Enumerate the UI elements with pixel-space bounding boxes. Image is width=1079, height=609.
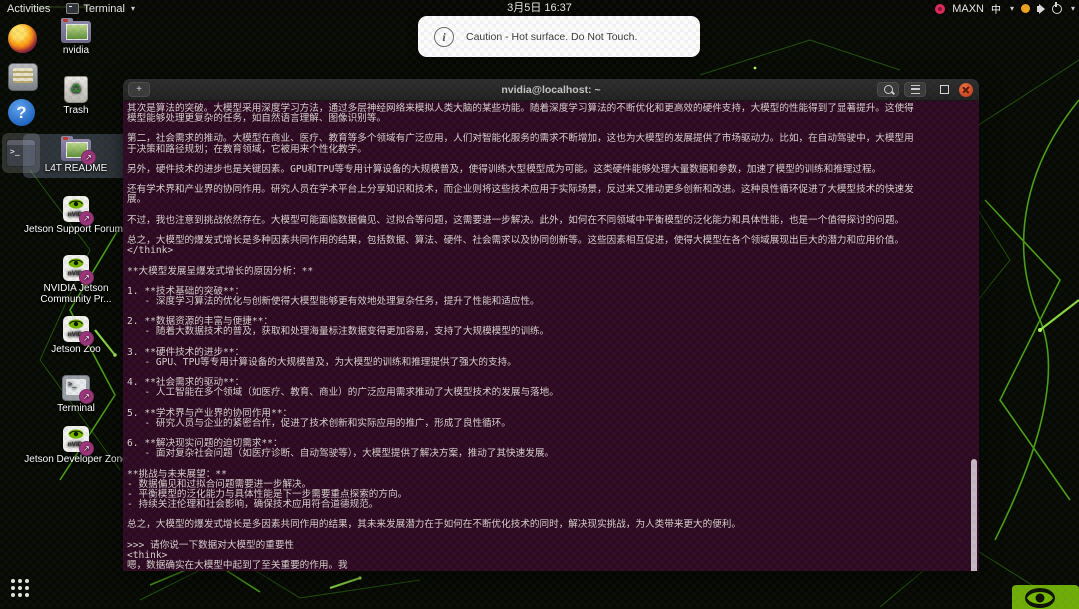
shortcut-arrow-icon: ↗ xyxy=(79,270,94,285)
new-tab-button[interactable]: + xyxy=(128,82,150,97)
power-icon[interactable] xyxy=(1052,4,1062,14)
shortcut-arrow-icon: ↗ xyxy=(81,150,96,165)
desktop-icon-l4t-readme[interactable]: ↗ L4T README xyxy=(23,134,129,178)
scrollbar-thumb[interactable] xyxy=(971,459,977,571)
trash-icon: ♻ xyxy=(64,76,88,103)
window-title: nvidia@localhost: ~ xyxy=(123,84,979,96)
icon-label: Jetson Support Forums xyxy=(23,224,129,235)
top-panel: Activities Terminal ▾ 3月5日 16:37 MAXN 中 … xyxy=(0,0,1079,17)
nvidia-shortcut-icon: nVID. ↗ xyxy=(63,316,89,342)
close-button[interactable] xyxy=(959,83,973,97)
desktop-icon-jetson-developer-zone[interactable]: nVID. ↗ Jetson Developer Zone xyxy=(23,426,129,465)
info-icon: i xyxy=(434,27,454,47)
chevron-down-icon[interactable]: ▾ xyxy=(1010,4,1014,13)
terminal-output-area[interactable]: 其次是算法的突破。大模型采用深度学习方法，通过多层神经网络来模拟人类大脑的某些功… xyxy=(123,101,979,571)
activities-button[interactable]: Activities xyxy=(0,3,60,15)
status-orange-icon xyxy=(1021,4,1030,13)
icon-label: NVIDIA Jetson Community Pr... xyxy=(23,283,129,305)
app-menu-label: Terminal xyxy=(83,3,125,15)
hamburger-icon xyxy=(911,85,920,94)
shortcut-arrow-icon: ↗ xyxy=(79,211,94,226)
folder-icon: ↗ xyxy=(61,139,91,161)
notification-banner[interactable]: i Caution - Hot surface. Do Not Touch. xyxy=(418,16,700,57)
icon-label: Jetson Developer Zone xyxy=(23,454,129,465)
icon-label: Jetson Zoo xyxy=(23,344,129,355)
volume-icon[interactable] xyxy=(1037,6,1041,12)
show-applications-button[interactable] xyxy=(11,579,31,599)
search-button[interactable] xyxy=(877,82,899,97)
desktop-icon-nvidia-jetson-community[interactable]: nVID. ↗ NVIDIA Jetson Community Pr... xyxy=(23,255,129,305)
desktop-icon-jetson-zoo[interactable]: nVID. ↗ Jetson Zoo xyxy=(23,316,129,355)
terminal-titlebar[interactable]: nvidia@localhost: ~ + xyxy=(123,79,979,101)
restore-window-button[interactable] xyxy=(940,85,949,94)
shortcut-arrow-icon: ↗ xyxy=(79,331,94,346)
icon-label: nvidia xyxy=(23,45,129,56)
desktop-icon-nvidia-folder[interactable]: nvidia xyxy=(23,17,129,56)
status-record-icon xyxy=(935,4,945,14)
nvidia-shortcut-icon: nVID. ↗ xyxy=(63,196,89,222)
menu-button[interactable] xyxy=(904,82,926,97)
notification-message: Caution - Hot surface. Do Not Touch. xyxy=(466,31,637,43)
search-icon xyxy=(884,85,893,94)
nvidia-shortcut-icon: nVID. ↗ xyxy=(63,255,89,281)
folder-icon xyxy=(61,21,91,43)
terminal-window: nvidia@localhost: ~ + 其次是算法的突破。大模型采用深度学习… xyxy=(123,79,979,571)
desktop-icon-jetson-support-forums[interactable]: nVID. ↗ Jetson Support Forums xyxy=(23,196,129,235)
terminal-app-icon xyxy=(66,3,79,14)
app-menu-terminal[interactable]: Terminal ▾ xyxy=(60,3,141,15)
icon-label: Trash xyxy=(23,105,129,116)
chevron-down-icon[interactable]: ▾ xyxy=(1071,4,1075,13)
nvidia-logo xyxy=(1008,583,1079,609)
input-method-icon[interactable]: 中 xyxy=(991,1,1001,16)
system-tray: MAXN 中 ▾ ▾ xyxy=(935,0,1075,17)
shortcut-arrow-icon: ↗ xyxy=(79,441,94,456)
desktop-icon-terminal[interactable]: ↗ Terminal xyxy=(23,375,129,414)
terminal-shortcut-icon: ↗ xyxy=(62,375,90,401)
chevron-down-icon: ▾ xyxy=(131,4,135,13)
icon-label: Terminal xyxy=(23,403,129,414)
terminal-text: 其次是算法的突破。大模型采用深度学习方法，通过多层神经网络来模拟人类大脑的某些功… xyxy=(127,104,969,571)
icon-label: L4T README xyxy=(23,163,129,174)
desktop-icon-trash[interactable]: ♻ Trash xyxy=(23,76,129,116)
shortcut-arrow-icon: ↗ xyxy=(79,389,94,404)
power-mode-label[interactable]: MAXN xyxy=(952,3,984,15)
nvidia-shortcut-icon: nVID. ↗ xyxy=(63,426,89,452)
clock[interactable]: 3月5日 16:37 xyxy=(507,0,572,17)
